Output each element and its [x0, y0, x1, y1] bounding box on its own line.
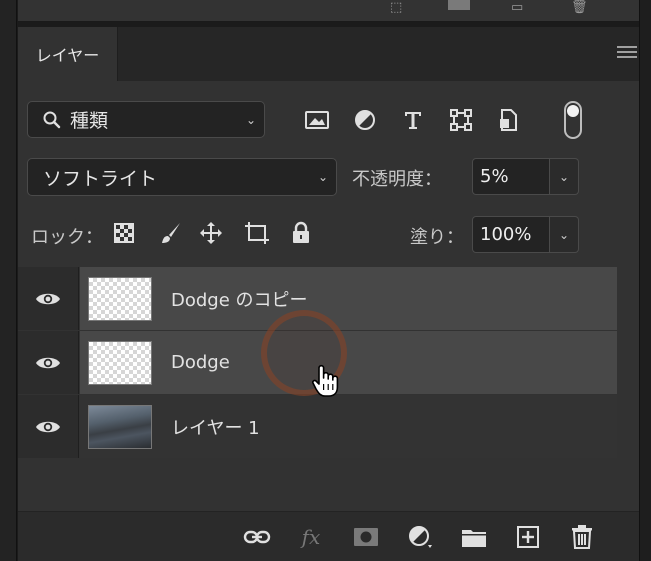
- blend-mode-value: ソフトライト: [43, 167, 158, 190]
- link-layers-icon[interactable]: [243, 524, 271, 550]
- smart-object-filter-icon[interactable]: [496, 107, 522, 133]
- eye-icon: [36, 357, 60, 368]
- opacity-value: 5%: [480, 166, 509, 187]
- chevron-down-icon: ⌄: [317, 170, 328, 184]
- fill-input[interactable]: 100%: [472, 216, 550, 253]
- search-icon: [43, 111, 61, 128]
- layer-name: Dodge: [171, 352, 230, 373]
- lock-all-icon[interactable]: [288, 220, 314, 246]
- layer-thumbnail: [88, 405, 152, 449]
- left-panel-edge: [0, 0, 17, 561]
- new-item-icon[interactable]: ▭: [511, 0, 523, 15]
- type-filter-icon[interactable]: [400, 107, 426, 133]
- adjustment-filter-icon[interactable]: [352, 107, 378, 133]
- layer-thumbnail: [88, 277, 152, 321]
- lock-artboard-icon[interactable]: [244, 220, 270, 246]
- fill-dropdown-button[interactable]: ⌄: [550, 216, 579, 253]
- delete-layer-icon[interactable]: [568, 524, 596, 550]
- filter-kind-label: 種類: [70, 110, 109, 132]
- fx-icon[interactable]: fx: [297, 524, 325, 550]
- tab-layers-label: レイヤー: [35, 46, 100, 65]
- eye-icon: [36, 293, 60, 304]
- filter-kind-dropdown[interactable]: 種類 ⌄: [27, 101, 265, 138]
- tab-layers[interactable]: レイヤー: [18, 27, 118, 81]
- layer-row-body[interactable]: Dodge: [80, 331, 617, 394]
- visibility-toggle[interactable]: [18, 331, 79, 394]
- lock-label: ロック：: [31, 227, 103, 248]
- opacity-label: 不透明度：: [352, 169, 442, 190]
- chevron-down-icon: ⌄: [245, 112, 256, 127]
- mask-icon[interactable]: [448, 0, 470, 10]
- opacity-dropdown-button[interactable]: ⌄: [550, 158, 579, 195]
- layer-row[interactable]: レイヤー 1: [18, 395, 617, 458]
- lock-transparent-pixels-icon[interactable]: [111, 220, 137, 246]
- add-mask-icon[interactable]: [352, 524, 380, 550]
- layer-row-body[interactable]: レイヤー 1: [80, 395, 617, 458]
- new-adjustment-layer-icon[interactable]: [406, 524, 434, 550]
- fill-value: 100%: [480, 224, 532, 245]
- panel-tabbar: レイヤー: [18, 27, 639, 81]
- blend-mode-dropdown[interactable]: ソフトライト ⌄: [27, 158, 337, 196]
- eye-icon: [36, 421, 60, 432]
- layer-thumbnail: [88, 341, 152, 385]
- opacity-input[interactable]: 5%: [472, 158, 550, 195]
- layers-panel: レイヤー 種類 ⌄ ソフトライト ⌄ 不透明度： 5% ⌄ ロック： 塗り： 1…: [18, 27, 639, 561]
- filter-toggle-icon[interactable]: [560, 101, 586, 139]
- hand-cursor-icon: [312, 364, 339, 397]
- visibility-toggle[interactable]: [18, 395, 79, 458]
- panel-menu-icon[interactable]: [617, 46, 637, 60]
- lock-image-pixels-icon[interactable]: [158, 220, 184, 246]
- fx-label: fx: [301, 525, 321, 549]
- image-filter-icon[interactable]: [304, 107, 330, 133]
- layer-row-body[interactable]: Dodge のコピー: [80, 267, 617, 330]
- dotted-selection-icon[interactable]: ⬚: [390, 0, 402, 15]
- lock-position-icon[interactable]: [198, 220, 224, 246]
- new-group-icon[interactable]: [460, 524, 488, 550]
- right-scroll-edge: [639, 0, 651, 561]
- upper-panel-strip: ⬚ ▭ 🗑: [18, 0, 639, 22]
- shape-filter-icon[interactable]: [448, 107, 474, 133]
- trash-icon[interactable]: 🗑: [571, 0, 588, 15]
- new-layer-icon[interactable]: [514, 524, 542, 550]
- layer-name: レイヤー 1: [171, 417, 260, 439]
- visibility-toggle[interactable]: [18, 267, 79, 330]
- panel-footer: fx: [18, 511, 639, 561]
- fill-label: 塗り：: [410, 227, 464, 248]
